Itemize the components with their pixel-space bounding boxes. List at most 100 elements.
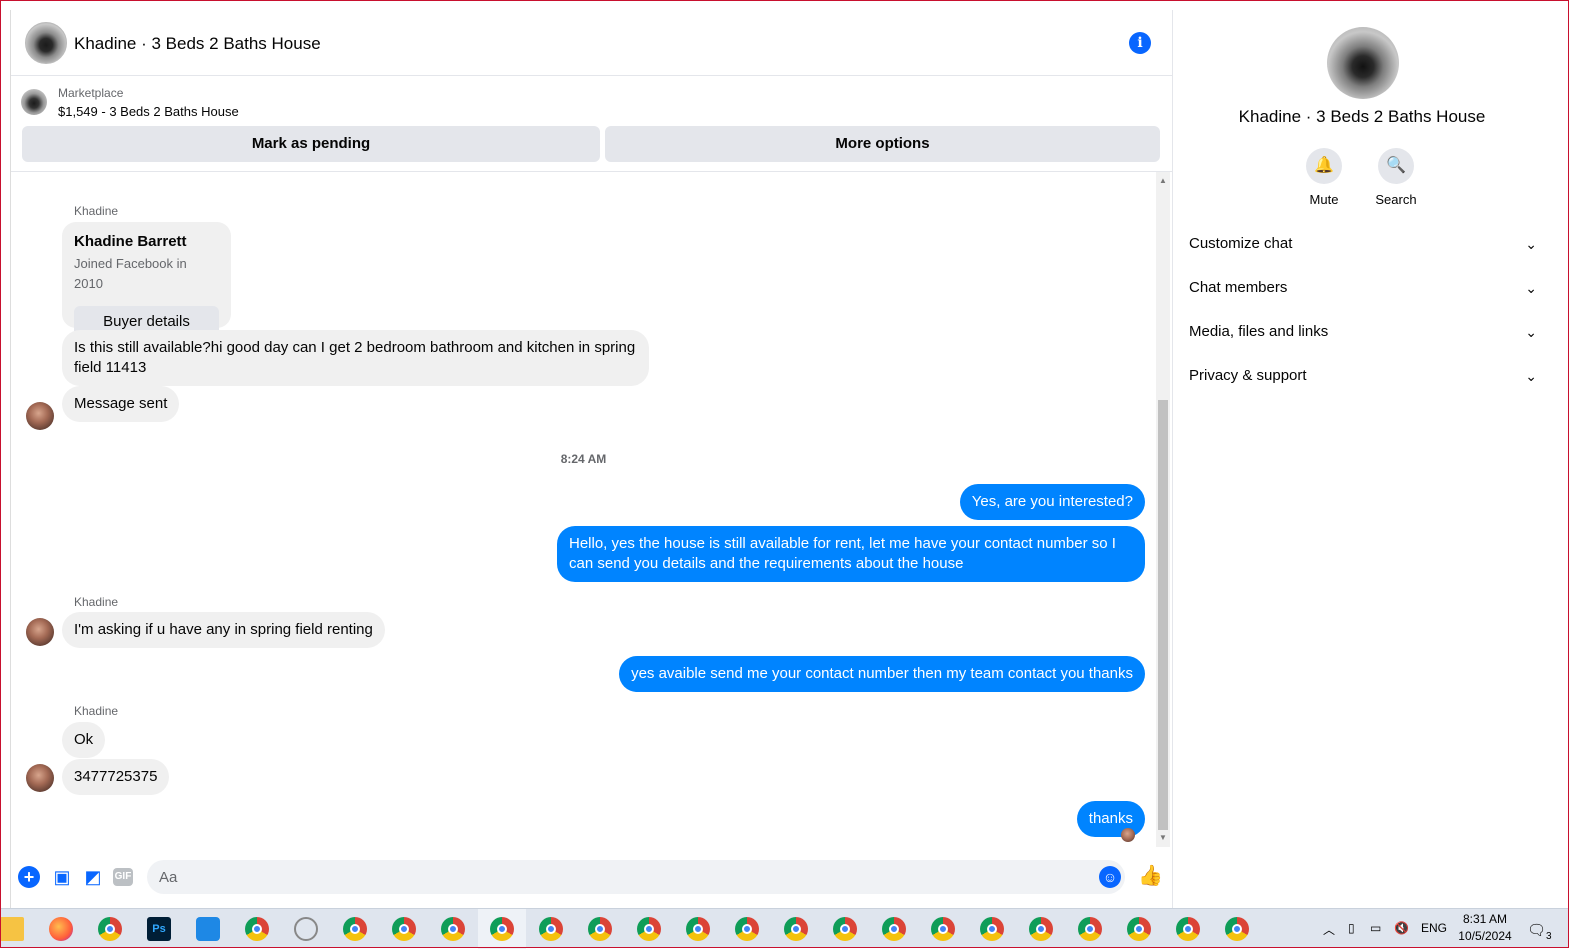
chrome-icon[interactable] — [686, 917, 710, 941]
contact-avatar-small[interactable] — [26, 618, 54, 646]
message-outgoing[interactable]: Hello, yes the house is still available … — [557, 526, 1145, 582]
photoshop-icon[interactable]: Ps — [147, 917, 171, 941]
chrome-icon[interactable] — [784, 917, 808, 941]
composer: + ▣ ◩ GIF Aa ☺ 👍 — [11, 858, 1173, 908]
search-button[interactable]: 🔍 Search — [1366, 148, 1426, 207]
chrome-icon[interactable] — [931, 917, 955, 941]
mute-label: Mute — [1309, 192, 1339, 207]
accordion-privacy-support[interactable]: Privacy & support ⌄ — [1189, 361, 1537, 391]
chrome-icon[interactable] — [441, 917, 465, 941]
scroll-thumb[interactable] — [1158, 400, 1168, 830]
message-incoming[interactable]: Is this still available?hi good day can … — [62, 330, 649, 386]
app-icon[interactable] — [294, 917, 318, 941]
chrome-icon[interactable] — [539, 917, 563, 941]
accordion-label: Customize chat — [1189, 235, 1293, 252]
chrome-icon[interactable] — [490, 917, 514, 941]
chrome-icon[interactable] — [980, 917, 1004, 941]
message-outgoing[interactable]: Yes, are you interested? — [959, 484, 1145, 520]
panel-avatar[interactable] — [1327, 27, 1399, 99]
contact-avatar-small[interactable] — [26, 764, 54, 792]
chrome-icon[interactable] — [1225, 917, 1249, 941]
buyer-joined: Joined Facebook in 2010 — [74, 256, 187, 291]
accordion-media-files-links[interactable]: Media, files and links ⌄ — [1189, 317, 1537, 347]
contact-avatar[interactable] — [25, 22, 67, 64]
accordion-label: Privacy & support — [1189, 367, 1307, 384]
accordion-customize-chat[interactable]: Customize chat ⌄ — [1189, 229, 1537, 259]
clock-date: 10/5/2024 — [1458, 929, 1512, 943]
chrome-icon[interactable] — [588, 917, 612, 941]
chrome-icon[interactable] — [882, 917, 906, 941]
message-incoming[interactable]: I'm asking if u have any in spring field… — [62, 612, 385, 648]
thumbs-up-icon[interactable]: 👍 — [1138, 864, 1163, 888]
contact-avatar-small[interactable] — [26, 402, 54, 430]
sticker-icon[interactable]: ◩ — [82, 866, 104, 888]
listing-thumbnail[interactable] — [21, 89, 47, 115]
chrome-icon[interactable] — [1029, 917, 1053, 941]
chrome-icon[interactable] — [1078, 917, 1102, 941]
chat-panel: Khadine · 3 Beds 2 Baths House i Marketp… — [10, 10, 1173, 908]
photo-icon[interactable]: ▣ — [51, 866, 73, 888]
chevron-down-icon: ⌄ — [1525, 324, 1537, 340]
network-icon[interactable]: ▭ — [1370, 921, 1381, 935]
search-icon[interactable]: 🔍 — [1378, 148, 1414, 184]
buyer-name: Khadine Barrett — [74, 233, 187, 250]
chrome-icon[interactable] — [245, 917, 269, 941]
notification-icon[interactable]: 🗨3 — [1527, 921, 1552, 942]
notification-count: 3 — [1546, 931, 1552, 942]
file-explorer-icon[interactable] — [0, 917, 24, 941]
clock[interactable]: 8:31 AM 10/5/2024 — [1450, 911, 1520, 945]
browser-icon[interactable] — [196, 917, 220, 941]
conversation-details-panel: Khadine · 3 Beds 2 Baths House 🔔 Mute 🔍 … — [1172, 10, 1550, 908]
chevron-up-icon[interactable]: ︿ — [1323, 921, 1335, 938]
sender-name: Khadine — [74, 704, 119, 718]
chrome-icon[interactable] — [1127, 917, 1151, 941]
firefox-icon[interactable] — [49, 917, 73, 941]
plus-icon[interactable]: + — [18, 866, 40, 888]
message-incoming[interactable]: 3477725375 — [62, 759, 170, 795]
scroll-up-icon[interactable]: ▲ — [1158, 176, 1168, 186]
bell-icon[interactable]: 🔔 — [1306, 148, 1342, 184]
chrome-icon[interactable] — [735, 917, 759, 941]
sender-name: Khadine — [74, 595, 119, 609]
marketplace-bar: Marketplace $1,549 - 3 Beds 2 Baths Hous… — [11, 76, 1173, 172]
message-scrollbar[interactable]: ▲ ▼ — [1156, 172, 1170, 847]
accordion-chat-members[interactable]: Chat members ⌄ — [1189, 273, 1537, 303]
listing-title[interactable]: $1,549 - 3 Beds 2 Baths House — [58, 104, 239, 119]
message-input[interactable]: Aa — [147, 860, 1125, 894]
message-incoming[interactable]: Ok — [62, 722, 106, 758]
emoji-icon[interactable]: ☺ — [1099, 866, 1121, 888]
accordion-label: Media, files and links — [1189, 323, 1329, 340]
message-incoming[interactable]: Message sent — [62, 386, 180, 422]
info-icon[interactable]: i — [1129, 32, 1151, 54]
language-indicator[interactable]: ENG — [1421, 921, 1447, 935]
scroll-down-icon[interactable]: ▼ — [1158, 833, 1168, 843]
chrome-icon[interactable] — [392, 917, 416, 941]
panel-scrollbar[interactable] — [1550, 10, 1567, 908]
panel-title: Khadine · 3 Beds 2 Baths House — [1238, 107, 1486, 126]
chrome-icon[interactable] — [1176, 917, 1200, 941]
more-options-button[interactable]: More options — [605, 126, 1160, 162]
battery-icon[interactable]: ▯ — [1348, 921, 1355, 935]
mark-pending-button[interactable]: Mark as pending — [22, 126, 600, 162]
message-outgoing[interactable]: yes avaible send me your contact number … — [619, 656, 1145, 692]
message-list: Khadine Khadine Barrett Joined Facebook … — [11, 172, 1156, 847]
chat-title[interactable]: Khadine · 3 Beds 2 Baths House — [74, 34, 321, 54]
timestamp: 8:24 AM — [560, 452, 607, 466]
chrome-icon[interactable] — [637, 917, 661, 941]
read-receipt-avatar — [1121, 828, 1135, 842]
marketplace-label: Marketplace — [58, 86, 124, 100]
chevron-down-icon: ⌄ — [1525, 368, 1537, 384]
buyer-card: Khadine Barrett Joined Facebook in 2010 … — [62, 222, 231, 338]
search-label: Search — [1375, 192, 1417, 207]
chrome-icon[interactable] — [833, 917, 857, 941]
message-outgoing[interactable]: thanks — [1076, 801, 1145, 837]
chat-header: Khadine · 3 Beds 2 Baths House i — [11, 10, 1173, 76]
chrome-icon[interactable] — [343, 917, 367, 941]
volume-muted-icon[interactable]: 🔇 — [1394, 921, 1409, 935]
clock-time: 8:31 AM — [1462, 912, 1508, 926]
mute-button[interactable]: 🔔 Mute — [1294, 148, 1354, 207]
taskbar: Ps ︿ ▯ ▭ 🔇 ENG 8:31 AM 10/5/2024 🗨3 — [0, 908, 1569, 949]
chrome-icon[interactable] — [98, 917, 122, 941]
chevron-down-icon: ⌄ — [1525, 280, 1537, 296]
gif-icon[interactable]: GIF — [113, 868, 133, 886]
